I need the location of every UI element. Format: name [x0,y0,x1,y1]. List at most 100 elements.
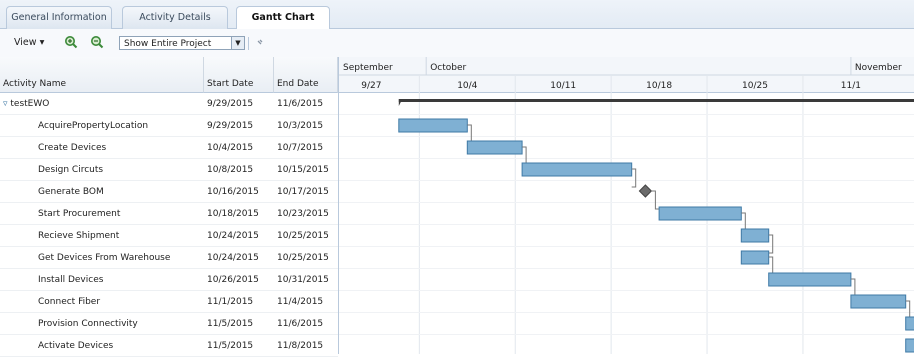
activity-name: Activate Devices [38,341,114,351]
zoom-out-icon[interactable] [90,35,104,49]
start-date-cell: 11/1/2015 [207,297,254,307]
milestone-marker [638,184,653,198]
activity-name: Provision Connectivity [38,319,138,329]
week-label: 10/18 [646,81,672,91]
week-label: 10/25 [742,81,768,91]
end-date-cell: 10/25/2015 [277,253,329,263]
week-label: 11/1 [841,81,861,91]
table-row[interactable]: Get Devices From Warehouse 10/24/2015 10/2… [0,247,338,269]
end-date-cell: 10/25/2015 [277,231,329,241]
table-row[interactable]: Recieve Shipment 10/24/2015 10/25/2015 [0,225,338,247]
toolbar: View ▾ Show Entire Project ▼ [0,29,914,57]
week-label: 10/4 [457,81,477,91]
start-date-cell: 11/5/2015 [207,319,254,329]
task-bar [740,228,770,243]
dependency-connector [741,212,746,232]
activity-name-cell: Create Devices [38,137,202,159]
view-menu[interactable]: View ▾ [14,35,44,51]
activity-name: Start Procurement [38,209,121,219]
activity-name-cell: Connect Fiber [38,291,202,313]
start-date-cell: 10/4/2015 [207,143,254,153]
start-date-cell: 10/18/2015 [207,209,259,219]
column-header-start[interactable]: Start Date [204,57,274,93]
table-row[interactable]: Provision Connectivity 11/5/2015 11/6/2015 [0,313,338,335]
start-date-cell: 10/26/2015 [207,275,259,285]
tab-activity-details[interactable]: Activity Details [122,6,228,29]
week-label: 10/11 [550,81,576,91]
gantt-chart: September October November 9/27 10/4 10/11 10/… [338,57,914,354]
activity-name-cell: Design Circuts [38,159,202,181]
activity-name-cell: Install Devices [38,269,202,291]
activity-name-cell: Start Procurement [38,203,202,225]
table-row[interactable]: Generate BOM 10/16/2015 10/17/2015 [0,181,338,203]
link-icon-graphic [257,39,263,45]
activity-name-cell: Get Devices From Warehouse [38,247,202,269]
task-bar [398,118,468,133]
task-bar [850,294,907,309]
column-header-end[interactable]: End Date [274,57,338,93]
zoom-in-icon[interactable] [64,35,78,49]
month-label: November [855,63,902,73]
end-date-cell: 11/6/2015 [277,99,324,109]
dependency-connector [467,124,472,144]
dependency-connector [522,146,527,166]
activity-name: Connect Fiber [38,297,101,307]
table-row[interactable]: ▿ testEWO 9/29/2015 11/6/2015 [0,93,338,115]
activity-name: Design Circuts [38,165,104,175]
end-date-cell: 10/23/2015 [277,209,329,219]
summary-bar [398,99,914,102]
dependency-connector [905,300,911,320]
dependency-connector [850,278,856,298]
end-date-cell: 10/3/2015 [277,121,324,131]
activity-name: Get Devices From Warehouse [38,253,171,263]
activity-name: AcquirePropertyLocation [38,121,149,131]
tab-general-information[interactable]: General Information [6,6,112,29]
table-row[interactable]: Create Devices 10/4/2015 10/7/2015 [0,137,338,159]
start-date-cell: 10/16/2015 [207,187,259,197]
end-date-cell: 10/15/2015 [277,165,329,175]
link-icon[interactable] [255,37,269,51]
activity-grid: Activity Name Start Date End Date ▿ test… [0,57,338,357]
start-date-cell: 10/24/2015 [207,231,259,241]
column-header-start-label: Start Date [207,79,254,89]
zoom-in-icon-graphic [65,36,78,49]
month-label: October [430,63,466,73]
end-date-cell: 10/31/2015 [277,275,329,285]
activity-name: Recieve Shipment [38,231,120,241]
end-date-cell: 11/6/2015 [277,319,324,329]
start-date-cell: 10/24/2015 [207,253,259,263]
activity-name-cell: ▿ testEWO [3,93,201,115]
start-date-cell: 9/29/2015 [207,121,254,131]
dependency-connector [631,168,637,188]
task-bar [658,206,742,221]
column-header-activity-label: Activity Name [3,79,67,89]
table-row[interactable]: Start Procurement 10/18/2015 10/23/2015 [0,203,338,225]
show-entire-project-select[interactable]: Show Entire Project ▼ [119,36,245,50]
end-date-cell: 11/4/2015 [277,297,324,307]
table-row[interactable]: Design Circuts 10/8/2015 10/15/2015 [0,159,338,181]
task-bar [905,316,914,331]
dependency-connector [651,190,660,210]
activity-name-cell: Generate BOM [38,181,202,203]
task-bar [466,140,523,155]
activity-name-cell: AcquirePropertyLocation [38,115,202,137]
column-header-activity[interactable]: Activity Name [0,57,204,93]
zoom-out-icon-graphic [91,36,104,49]
table-row[interactable]: Connect Fiber 11/1/2015 11/4/2015 [0,291,338,313]
tab-gantt-chart[interactable]: Gantt Chart [236,6,330,30]
activity-name: Generate BOM [38,187,104,197]
table-row[interactable]: Install Devices 10/26/2015 10/31/2015 [0,269,338,291]
select-value: Show Entire Project [124,39,212,49]
end-date-cell: 10/7/2015 [277,143,324,153]
chevron-down-icon[interactable]: ▼ [231,37,244,49]
activity-name: Install Devices [38,275,104,285]
toolbar-divider [248,37,249,50]
gantt-chart-svg: September October November 9/27 10/4 10/11 10/… [339,57,914,354]
activity-name-cell: Provision Connectivity [38,313,202,335]
dependency-connector [768,256,774,276]
activity-name: testEWO [10,99,50,109]
table-row[interactable]: AcquirePropertyLocation 9/29/2015 10/3/201… [0,115,338,137]
tab-bar: General Information Activity Details Gan… [0,0,914,30]
task-bar [768,272,852,287]
activity-name: Create Devices [38,143,107,153]
